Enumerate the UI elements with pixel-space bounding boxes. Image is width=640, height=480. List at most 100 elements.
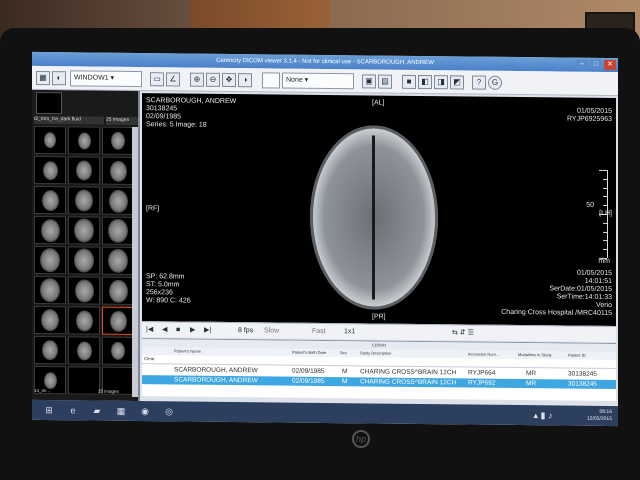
zoom-out-icon[interactable]: ⊖ — [206, 72, 220, 87]
invert-icon[interactable]: ◐ — [52, 71, 66, 86]
minimize-button[interactable]: – — [576, 59, 588, 70]
speed-fast-label: Fast — [312, 327, 326, 336]
view-3-icon[interactable]: ◨ — [434, 75, 448, 90]
ge-icon[interactable]: ◎ — [158, 403, 180, 419]
thumbnail-image — [41, 189, 59, 211]
header-modalities[interactable]: Modalities in Study — [518, 352, 552, 357]
hp-icon[interactable]: ◉ — [134, 403, 156, 419]
view-2-icon[interactable]: ◧ — [418, 74, 432, 90]
thumbnail[interactable] — [102, 336, 134, 365]
clear-filter-button[interactable]: Clear — [144, 356, 155, 361]
prev-frame-button[interactable]: ◀ — [162, 325, 167, 335]
orientation-bottom: [PR] — [372, 313, 386, 321]
thumbnail[interactable] — [102, 216, 134, 245]
info-icon[interactable]: ? — [472, 75, 486, 90]
thumbnail[interactable] — [68, 156, 100, 185]
header-name[interactable]: Patient's Name — [174, 348, 201, 353]
thumbnail[interactable] — [34, 305, 66, 335]
thumbnail-image — [75, 189, 93, 212]
thumbnail-image — [76, 160, 92, 181]
thumbnail-image — [74, 248, 94, 273]
thumbnail-image — [74, 218, 94, 243]
thumbnail-image — [44, 132, 56, 149]
explorer-icon[interactable]: ▰ — [86, 402, 108, 418]
thumbnail[interactable] — [34, 125, 66, 155]
thumbnail[interactable] — [68, 276, 100, 305]
thumbnail[interactable] — [102, 306, 134, 335]
zoom-in-icon[interactable]: ⊕ — [190, 72, 204, 87]
thumbnail[interactable] — [34, 245, 66, 275]
ruler-tick — [603, 249, 607, 251]
save-icon[interactable]: ▣ — [362, 74, 376, 89]
view-1-icon[interactable]: ■ — [402, 74, 416, 89]
taskbar-clock[interactable]: 08:16 12/05/2015 — [587, 409, 612, 423]
export-icon[interactable]: ▤ — [378, 74, 392, 89]
cell-desc: CHARING CROSS^BRAIN 12CH — [360, 378, 457, 387]
close-button[interactable]: ✕ — [604, 59, 616, 71]
nav-icons[interactable]: ⇆ ⇵ ☰ — [452, 328, 474, 338]
orientation-left: [RF] — [146, 205, 160, 213]
cell-acc: RYJP692 — [468, 379, 496, 387]
thumbnail[interactable] — [34, 215, 66, 245]
thumbnail[interactable] — [34, 275, 66, 305]
thumbnail[interactable] — [102, 186, 134, 215]
thumbnail-image — [42, 340, 58, 361]
thumbnail[interactable] — [102, 246, 134, 275]
window-select[interactable]: WINDOW1 ▾ — [70, 70, 142, 88]
ruler-icon[interactable]: ▭ — [150, 72, 164, 87]
pan-icon[interactable]: ✥ — [222, 72, 236, 88]
tray-icons[interactable]: ▴ ▮ ♪ — [532, 407, 554, 423]
accession-number: RYJP6925963 — [566, 115, 612, 124]
institution-name: Charing Cross Hospital /MRC40115 — [501, 308, 612, 318]
thumbnail[interactable] — [68, 186, 100, 215]
none-select[interactable]: None ▾ — [282, 72, 354, 90]
ruler-tick — [603, 178, 607, 180]
thumbnail[interactable] — [102, 276, 134, 305]
thumbnail-scrollbar[interactable] — [132, 126, 138, 398]
ruler-side-label: [LH] — [599, 209, 612, 218]
stop-button[interactable]: ■ — [176, 325, 180, 335]
thumbnail[interactable] — [34, 185, 66, 215]
series-thumbnail[interactable] — [36, 91, 62, 115]
cell-mod: MR — [526, 380, 537, 388]
none-select-value: None — [286, 76, 303, 84]
thumbnail[interactable] — [68, 216, 100, 245]
color-box[interactable] — [262, 72, 280, 89]
thumbnail[interactable] — [102, 126, 134, 155]
image-viewer[interactable]: SCARBOROUGH, ANDREW 30138245 02/09/1985 … — [142, 93, 616, 327]
thumbnail-image — [108, 248, 128, 273]
angle-icon[interactable]: ∠ — [166, 72, 180, 87]
first-frame-button[interactable]: |◀ — [146, 325, 153, 335]
header-sex[interactable]: Sex — [340, 350, 347, 355]
layout-label[interactable]: 1x1 — [344, 327, 355, 337]
thumbnail-image — [111, 341, 125, 360]
start-icon[interactable]: ⊞ — [38, 402, 60, 418]
header-patient-id[interactable]: Patient ID — [568, 353, 586, 358]
header-dob[interactable]: Patient's Birth Date — [292, 350, 326, 355]
thumbnail[interactable] — [68, 336, 100, 365]
ie-icon[interactable]: e — [62, 402, 84, 418]
thumbnail-image — [109, 310, 127, 332]
store-icon[interactable]: ▦ — [110, 403, 132, 419]
thumbnail-image — [40, 218, 60, 242]
cell-pid: 30138245 — [568, 370, 597, 378]
contrast-icon[interactable]: ◑ — [238, 73, 252, 88]
thumbnail[interactable] — [68, 246, 100, 275]
thumbnail-image — [111, 131, 125, 150]
thumbnail[interactable] — [68, 366, 100, 395]
maximize-button[interactable]: □ — [590, 59, 602, 70]
thumbnail-grid — [34, 125, 138, 395]
layout-icon[interactable]: ▦ — [36, 70, 50, 86]
thumbnail[interactable] — [68, 126, 100, 155]
thumbnail[interactable] — [68, 306, 100, 335]
header-accession[interactable]: Accession Num... — [468, 351, 499, 356]
header-description[interactable]: Study Description — [360, 350, 391, 355]
ge-logo-icon[interactable]: G — [488, 75, 502, 90]
thumbnail-image — [43, 371, 57, 389]
view-4-icon[interactable]: ◩ — [450, 75, 464, 90]
thumbnail[interactable] — [34, 335, 66, 365]
next-frame-button[interactable]: ▶| — [204, 326, 211, 336]
play-button[interactable]: ▶ — [190, 326, 195, 336]
thumbnail[interactable] — [34, 155, 66, 185]
thumbnail[interactable] — [102, 156, 134, 185]
